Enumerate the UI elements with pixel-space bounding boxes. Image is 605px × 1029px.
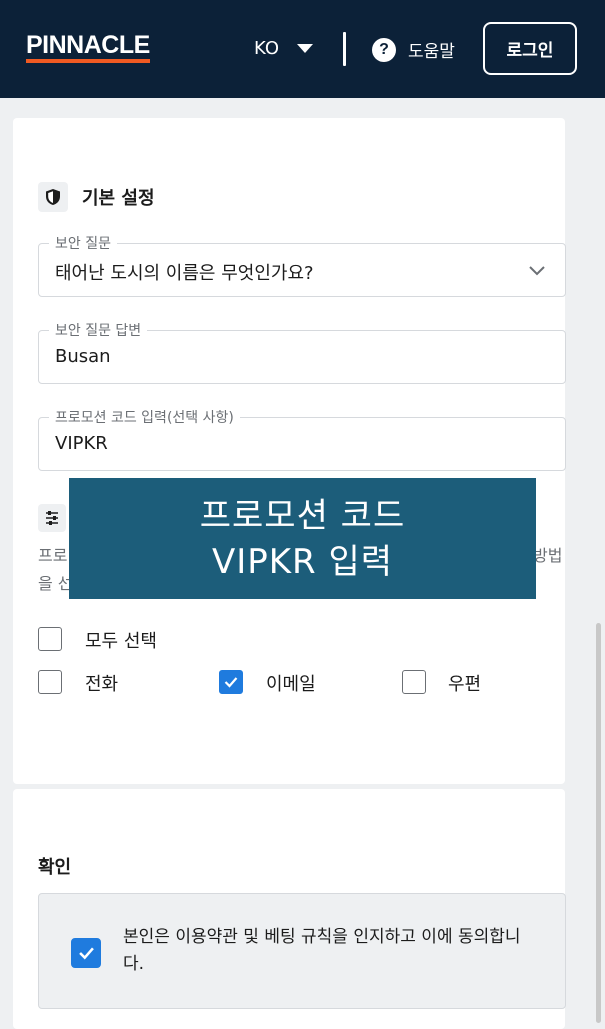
security-answer-input[interactable]: 보안 질문 답변 Busan <box>38 320 566 384</box>
security-answer-value: Busan <box>55 346 111 367</box>
logo-underline <box>26 59 150 63</box>
security-question-label: 보안 질문 <box>49 233 117 253</box>
mail-label[interactable]: 우편 <box>448 670 481 696</box>
consent-text: 본인은 이용약관 및 베팅 규칙을 인지하고 이에 동의합니다. <box>123 927 521 974</box>
header-divider <box>343 32 346 66</box>
consent-checkbox[interactable] <box>71 938 101 968</box>
select-all-label[interactable]: 모두 선택 <box>85 627 157 653</box>
email-label[interactable]: 이메일 <box>266 670 316 696</box>
logo-text: PINNACLE <box>26 31 150 59</box>
basic-settings-card: 기본 설정 보안 질문 태어난 도시의 이름은 무엇인가요? 보안 질문 답변 … <box>13 118 566 784</box>
security-question-value: 태어난 도시의 이름은 무엇인가요? <box>55 263 314 284</box>
consent-box: 본인은 이용약관 및 베팅 규칙을 인지하고 이에 동의합니다. <box>38 893 566 1009</box>
pinnacle-logo[interactable]: PINNACLE <box>26 32 150 63</box>
login-button[interactable]: 로그인 <box>483 22 577 75</box>
email-checkbox[interactable] <box>219 670 243 694</box>
chevron-down-icon <box>529 266 545 276</box>
language-selector[interactable]: KO <box>254 38 313 59</box>
basic-settings-title: 기본 설정 <box>82 188 155 209</box>
mail-checkbox[interactable] <box>402 670 426 694</box>
checkmark-icon <box>78 947 94 960</box>
promo-code-input[interactable]: 프로모션 코드 입력(선택 사항) VIPKR <box>38 407 566 471</box>
phone-checkbox[interactable] <box>38 670 62 694</box>
shield-icon <box>38 182 68 212</box>
phone-label[interactable]: 전화 <box>85 670 118 696</box>
promo-code-label: 프로모션 코드 입력(선택 사항) <box>49 407 240 427</box>
promo-code-value: VIPKR <box>55 433 108 454</box>
checkmark-icon <box>224 677 238 688</box>
overlay-line2: VIPKR 입력 <box>211 541 394 582</box>
confirm-title: 확인 <box>38 857 72 878</box>
language-code: KO <box>254 38 279 59</box>
top-header: PINNACLE KO ? 도움말 로그인 <box>0 0 605 98</box>
security-question-select[interactable]: 보안 질문 태어난 도시의 이름은 무엇인가요? <box>38 233 566 297</box>
contact-desc-line1-end: 방법 <box>533 546 563 565</box>
select-all-checkbox[interactable] <box>38 627 62 651</box>
help-link[interactable]: ? 도움말 <box>372 37 455 62</box>
page-scrollbar[interactable] <box>596 623 601 1023</box>
sliders-icon <box>38 504 66 532</box>
question-circle-icon: ? <box>372 37 396 62</box>
caret-down-icon <box>297 44 313 53</box>
overlay-line1: 프로모션 코드 <box>199 495 406 536</box>
confirm-card: 확인 본인은 이용약관 및 베팅 규칙을 인지하고 이에 동의합니다. <box>13 789 566 1029</box>
security-answer-label: 보안 질문 답변 <box>49 320 148 340</box>
contact-desc-line1: 프로 <box>38 546 68 565</box>
promo-overlay-banner: 프로모션 코드 VIPKR 입력 <box>69 478 536 599</box>
basic-settings-heading: 기본 설정 <box>38 182 155 212</box>
contact-desc-line2: 을 선 <box>38 574 73 593</box>
help-label: 도움말 <box>408 42 455 62</box>
